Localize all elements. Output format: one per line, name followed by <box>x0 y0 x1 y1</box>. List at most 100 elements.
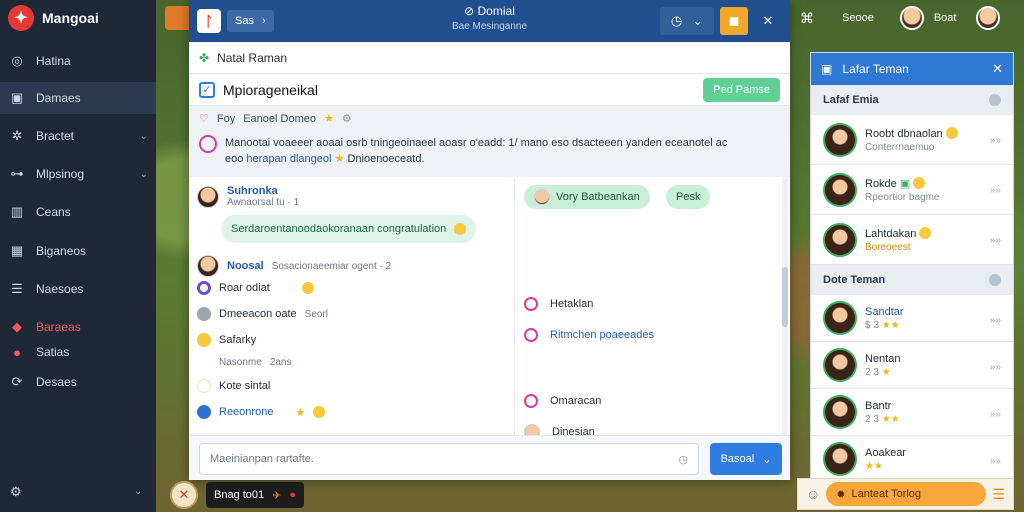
friend-status: Conterrnaemuo <box>865 141 935 153</box>
avatar <box>823 442 857 476</box>
game-icon: ◆ <box>12 319 22 334</box>
menu-icon[interactable]: ☰ <box>992 486 1005 503</box>
toggle-icon[interactable] <box>989 274 1001 286</box>
avatar <box>823 395 857 429</box>
sidebar-item-satias[interactable]: ● Satias <box>0 336 156 368</box>
chevron-down-icon[interactable]: ⌄ <box>134 486 142 497</box>
reaction-column: Vory Batbeankan Pesk Hetaklan Ritmchen p… <box>516 177 778 440</box>
avatar[interactable] <box>976 6 1001 30</box>
sidebar-item-damaes[interactable]: ▣ Damaes <box>0 82 156 114</box>
more-icon[interactable]: »» <box>990 315 1001 326</box>
list-item[interactable]: Dmeeacon oate Seorl <box>197 307 328 321</box>
blank-icon <box>197 355 211 369</box>
friend-row[interactable]: Sandtar $ 3 ★★ »» <box>811 295 1013 342</box>
sidebar-item-mlpsinog[interactable]: ⊶ Mlpsinog ⌄ <box>0 158 156 190</box>
friend-status: $ 3 <box>865 319 879 331</box>
chevron-down-icon: ⌄ <box>139 130 148 142</box>
input-placeholder: Maeinianpan rartafte. <box>210 453 314 465</box>
clock-icon[interactable]: ◷ <box>678 453 688 466</box>
sidebar-item-ceans[interactable]: ▥ Ceans <box>0 196 156 228</box>
friend-row[interactable]: Rokde ▣ Rpeortior bagme »» <box>811 165 1013 215</box>
arrow-icon: ✈ <box>272 489 282 502</box>
leaf-icon: ✤ <box>199 50 210 65</box>
peek-pill[interactable]: Pesk <box>666 185 711 209</box>
hud-label: Bnag to01 <box>214 489 265 501</box>
flag-icon: ● <box>13 344 21 360</box>
hud-pill[interactable]: Bnag to01 ✈ ● <box>206 482 305 508</box>
friends-section-online: Lafaf Emia <box>811 85 1013 115</box>
gamepad-icon[interactable]: ⌘ <box>800 10 814 27</box>
list-item[interactable]: Kote sintal <box>197 379 270 393</box>
list-item[interactable]: Safarky <box>197 333 256 347</box>
avatar[interactable] <box>197 185 219 208</box>
info-link[interactable]: herapan dlangeol <box>246 153 331 165</box>
more-icon[interactable]: »» <box>990 135 1001 146</box>
star-icon: ★ <box>324 113 334 125</box>
friend-row[interactable]: Nentan 2 3 ★ »» <box>811 342 1013 389</box>
more-icon[interactable]: »» <box>990 456 1001 467</box>
list-item[interactable]: Omaracan <box>524 394 601 408</box>
heart-icon: ♡ <box>199 113 209 125</box>
chat-area: Suhronka Awnaorsal tu · 1 Serdaroentanood… <box>189 177 790 440</box>
avatar <box>823 172 857 207</box>
message-author[interactable]: Noosal <box>227 260 264 272</box>
smile-icon <box>945 126 958 139</box>
scrollbar-thumb[interactable] <box>782 267 788 327</box>
more-icon[interactable]: »» <box>990 409 1001 420</box>
settings-icon[interactable]: ⚙ <box>10 484 22 500</box>
sidebar-item-desaes[interactable]: ⟳ Desaes <box>0 366 156 398</box>
close-button[interactable]: ✕ <box>754 7 782 35</box>
sidebar-item-naesoes[interactable]: ☰ Naesoes <box>0 273 156 305</box>
more-icon[interactable]: »» <box>990 362 1001 373</box>
message-input[interactable]: Maeinianpan rartafte. ◷ <box>199 443 699 475</box>
item-label: Nasonme <box>219 356 262 368</box>
tab-label: Sas <box>235 15 254 27</box>
message-meta: Sosacionaeemiar ogent · 2 <box>271 260 392 272</box>
check-icon[interactable]: ✓ <box>199 81 215 98</box>
sidebar-item-biganeos[interactable]: ▦ Biganeos <box>0 235 156 267</box>
composer: Maeinianpan rartafte. ◷ Basoal ⌄ <box>189 435 790 480</box>
info-text-line1: Manootai voaeeer aoaai osrb tningeoinaee… <box>225 137 728 149</box>
friends-icon: ▣ <box>821 62 833 76</box>
toggle-icon[interactable] <box>989 94 1001 106</box>
friend-status: 2 3 <box>865 366 879 378</box>
send-button[interactable]: Basoal ⌄ <box>710 443 782 475</box>
avatar[interactable] <box>197 255 219 277</box>
list-item[interactable]: Reeonrone ★ <box>197 405 326 419</box>
star-icon: ✹ <box>836 488 846 501</box>
more-icon[interactable]: »» <box>990 235 1001 246</box>
more-icon[interactable]: »» <box>990 185 1001 196</box>
friend-row[interactable]: Roobt dbnaolan Conterrnaemuo »» <box>811 115 1013 165</box>
star-icon: ★★ <box>881 413 900 425</box>
history-dropdown[interactable]: ◷ ⌄ <box>660 7 714 35</box>
sidebar-item-hatina[interactable]: ◎ Hatina <box>0 45 156 77</box>
user-pill[interactable]: Vory Batbeankan <box>524 185 650 209</box>
sidebar-item-bractet[interactable]: ✲ Bractet ⌄ <box>0 120 156 152</box>
close-icon[interactable]: ✕ <box>992 61 1003 77</box>
notification-button[interactable]: ◼ <box>720 7 748 35</box>
avatar <box>534 189 550 205</box>
chevron-down-icon: ⌄ <box>762 453 772 466</box>
tab-sas[interactable]: Sas › <box>227 10 274 32</box>
list-item[interactable]: Hetaklan <box>524 297 593 311</box>
list-item[interactable]: Ritmchen poaeeades <box>524 328 654 342</box>
friends-panel: ▣ Lafar Teman ✕ Lafaf Emia Roobt dbnaola… <box>810 52 1014 483</box>
brand[interactable]: ✦ Mangoai <box>0 0 156 36</box>
cross-icon[interactable]: ✕ <box>170 481 198 509</box>
message-author[interactable]: Suhronka <box>227 185 299 197</box>
circle-icon <box>197 379 211 393</box>
friend-row[interactable]: Bantr 2 3 ★★ »» <box>811 389 1013 436</box>
action-button[interactable]: Ped Pamse <box>703 77 780 102</box>
list-item[interactable]: Roar odiat <box>197 281 314 295</box>
settings-icon[interactable]: ⚙ <box>342 112 352 125</box>
circle-icon <box>197 281 211 295</box>
status-button[interactable]: ✹ Lanteat Torlog <box>826 482 987 506</box>
avatar[interactable] <box>899 6 924 30</box>
heart-icon <box>524 328 538 342</box>
friend-row[interactable]: Lahtdakan Boreoeest »» <box>811 215 1013 265</box>
friend-name: Lahtdakan <box>865 227 917 240</box>
app-logo-icon[interactable]: ᛚ <box>197 9 221 33</box>
scrollbar[interactable] <box>782 177 788 435</box>
smile-icon[interactable]: ☺ <box>806 486 820 502</box>
friend-row[interactable]: Aoakear ★★ »» <box>811 436 1013 483</box>
